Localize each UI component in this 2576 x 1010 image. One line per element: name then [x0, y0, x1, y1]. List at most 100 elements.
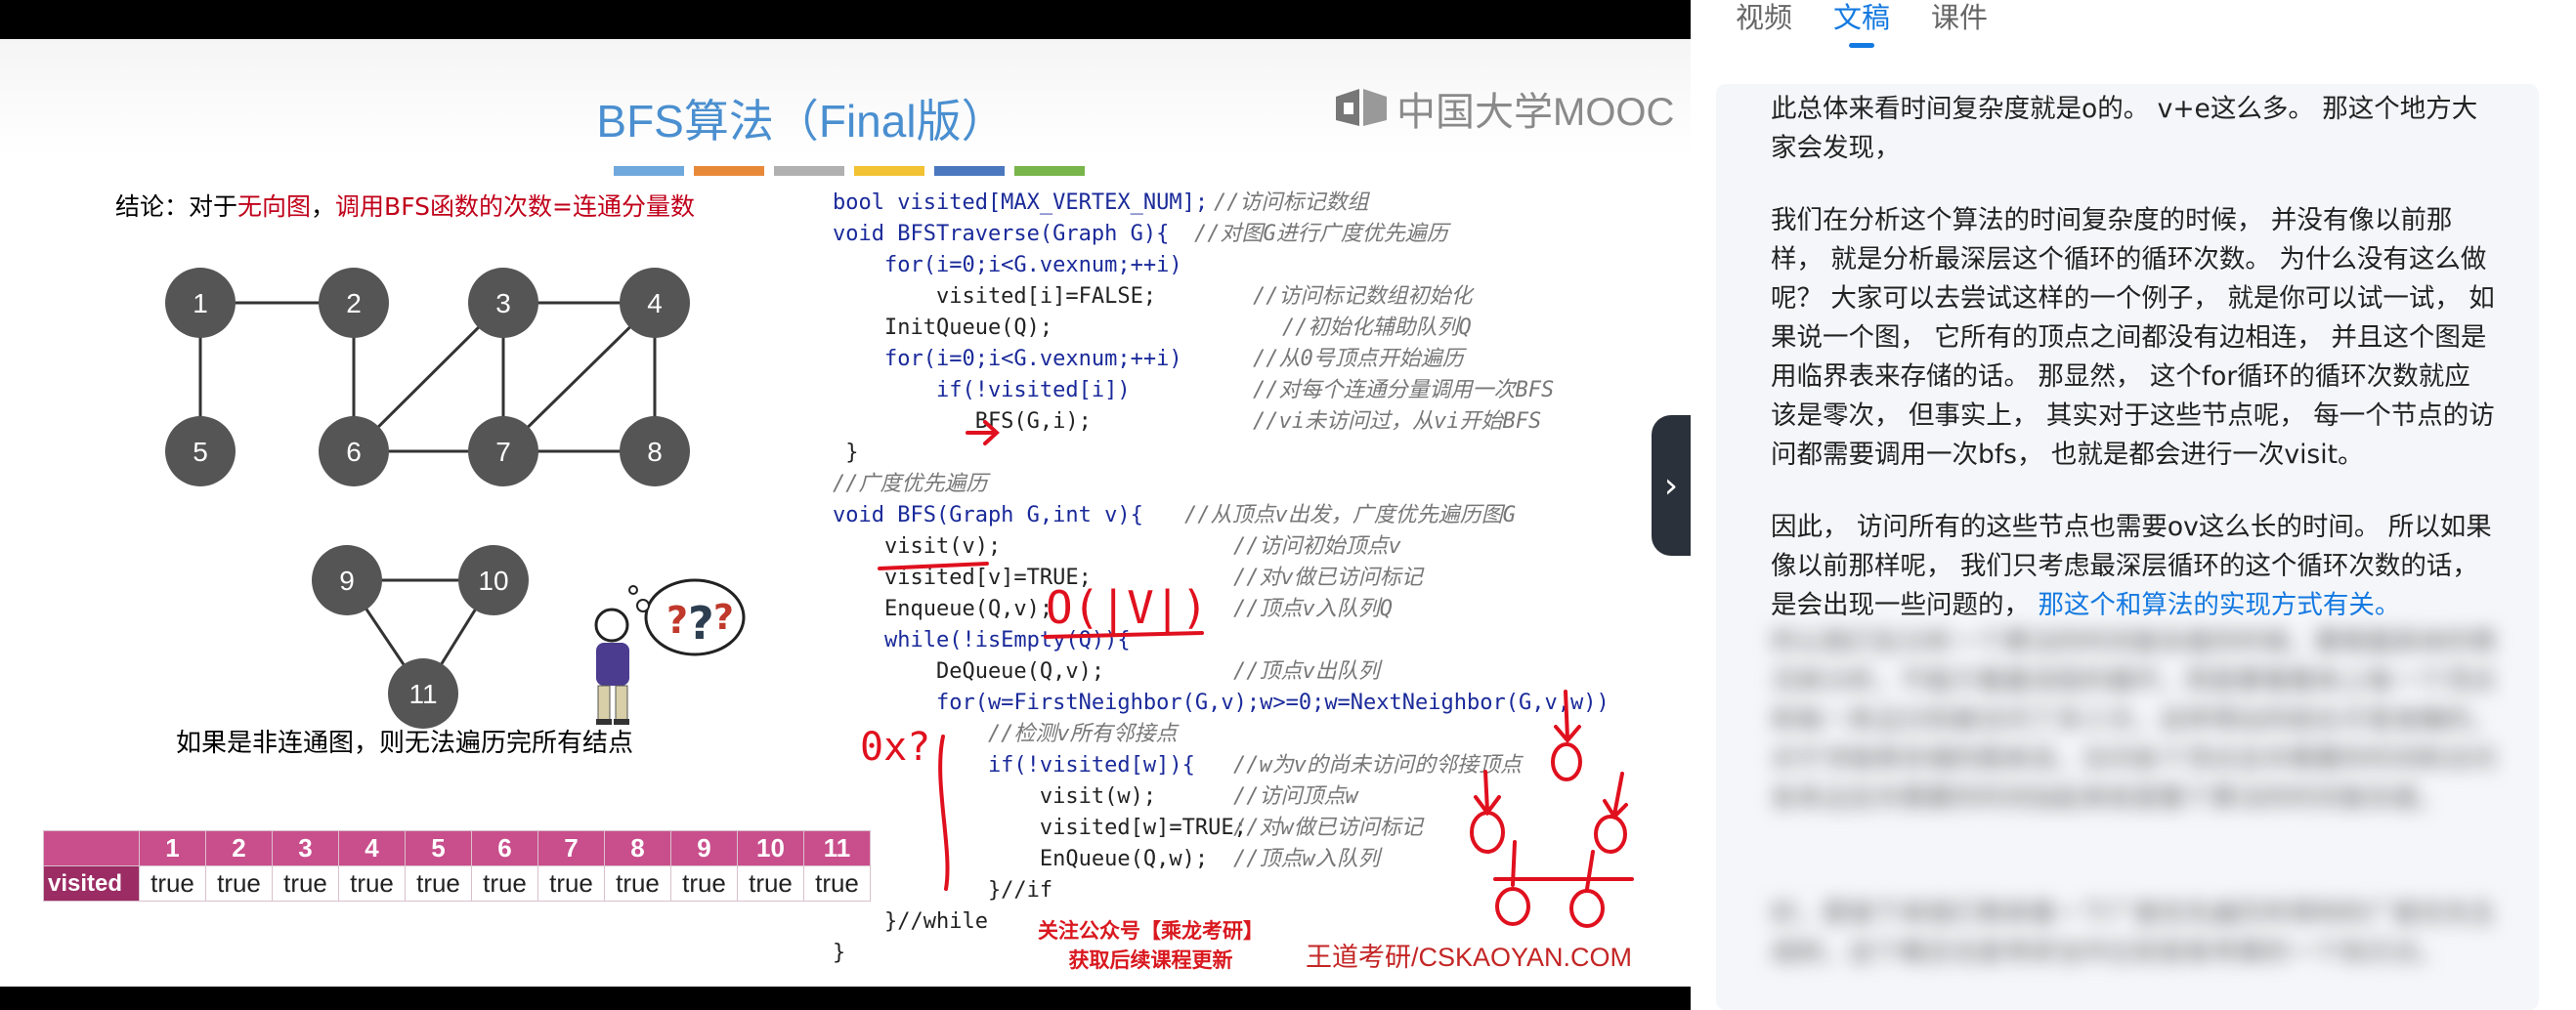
visited-index-cell: 2: [205, 830, 273, 866]
code-line: for(w=FirstNeighbor(G,v);w>=0;w=NextNeig…: [833, 688, 1673, 719]
code-line-text: EnQueue(Q,w);: [833, 847, 1209, 871]
code-line: //检测v所有邻接点: [833, 719, 1673, 750]
side-panel: 视频 文稿 课件 此总体来看时间复杂度就是o的。 v+e这么多。 那这个地方大家会发…: [1691, 0, 2576, 1010]
color-bar-segment: [694, 166, 764, 176]
code-line: if(!visited[w]){ //w为v的尚未访问的邻接顶点: [833, 750, 1673, 781]
code-line-text: bool visited[MAX_VERTEX_NUM];: [833, 190, 1209, 215]
code-line: visit(w); //访问顶点w: [833, 781, 1673, 813]
visited-value-cell: true: [537, 865, 605, 902]
color-bar-segment: [854, 166, 924, 176]
code-line: EnQueue(Q,w); //顶点w入队列: [833, 844, 1673, 875]
code-line: Enqueue(Q,v); //顶点v入队列Q: [833, 594, 1673, 625]
code-line-text: if(!visited[i]): [833, 378, 1131, 402]
code-line-text: }: [833, 441, 859, 465]
graph-node-label: 6: [346, 437, 362, 467]
graph-node-label: 11: [408, 679, 437, 709]
code-line-text: //检测v所有邻接点: [833, 722, 1178, 746]
code-line-comment: //w为v的尚未访问的邻接顶点: [1233, 753, 1522, 778]
watermark-text: 王道考研/CSKAOYAN.COM: [1306, 943, 1633, 972]
visited-table-corner: [43, 830, 140, 866]
code-line-comment: //初始化辅助队列Q: [1282, 316, 1472, 340]
video-player[interactable]: BFS算法（Final版） 中国大学MOOC 结论：对于无向图，调用BFS函数的…: [0, 0, 1691, 1010]
code-line-text: }: [833, 941, 846, 965]
visited-index-cell: 3: [272, 830, 339, 866]
code-line-text: BFS(G,i);: [833, 409, 1092, 434]
thinking-person-icon: ? ? ?: [594, 578, 746, 725]
code-line-text: visited[v]=TRUE;: [833, 566, 1092, 590]
visited-value-cell: true: [338, 865, 406, 902]
transcript-blurred-paragraph-2: 好，那接下来我们再来看一下广度优先遍历所得到的广度优先生成树，这个概念也是考研当…: [1771, 899, 2496, 968]
visited-index-cell: 8: [604, 830, 671, 866]
mooc-logo: 中国大学MOOC: [1334, 80, 1674, 137]
code-line-comment: //从顶点v出发，广度优先遍历图G: [1184, 503, 1516, 527]
non-connected-note: 如果是非连通图，则无法遍历完所有结点: [176, 729, 634, 758]
code-line-text: void BFSTraverse(Graph G){: [833, 222, 1170, 246]
graph-node-label: 9: [339, 566, 355, 596]
graph-node-label: 7: [495, 437, 511, 467]
visited-value-cell: true: [139, 865, 206, 902]
graph-node: 10: [458, 545, 529, 615]
svg-text:?: ?: [666, 599, 688, 642]
code-line: while(!isEmpty(Q)){: [833, 625, 1673, 656]
code-line-comment: //对每个连通分量调用一次BFS: [1253, 378, 1555, 402]
graph-node: 1: [165, 268, 236, 338]
code-line: InitQueue(Q); //初始化辅助队列Q: [833, 313, 1673, 344]
code-line-text: visit(w);: [833, 784, 1157, 809]
graph-node: 11: [388, 658, 458, 729]
graph-node-label: 5: [193, 437, 208, 467]
graph-node: 4: [620, 268, 690, 338]
code-line-text: for(i=0;i<G.vexnum;++i): [833, 253, 1182, 277]
code-line-comment: //从0号顶点开始遍历: [1253, 347, 1464, 371]
code-line-comment: //顶点v入队列Q: [1233, 597, 1393, 621]
code-line-text: InitQueue(Q);: [833, 316, 1053, 340]
visited-value-cell: true: [272, 865, 339, 902]
code-line-text: for(i=0;i<G.vexnum;++i): [833, 347, 1182, 371]
transcript-box[interactable]: 此总体来看时间复杂度就是o的。 v+e这么多。 那这个地方大家会发现， 我们在分…: [1716, 84, 2539, 1010]
conclusion-red-1: 无向图: [237, 192, 312, 221]
color-bar-segment: [1014, 166, 1085, 176]
tab-courseware[interactable]: 课件: [1931, 0, 1988, 35]
code-line-comment: //顶点v出队列: [1233, 659, 1380, 684]
visited-value-cell: true: [205, 865, 273, 902]
visited-table-values: visited true true true true true true true true…: [43, 865, 871, 902]
tab-transcript[interactable]: 文稿: [1833, 0, 1890, 48]
code-line-text: visited[w]=TRUE;: [833, 816, 1247, 840]
code-line-text: visited[i]=FALSE;: [833, 284, 1157, 309]
transcript-current-sentence[interactable]: 那这个和算法的实现方式有关。: [2038, 590, 2400, 620]
code-line: visited[w]=TRUE;//对w做已访问标记: [833, 813, 1673, 844]
code-line-comment: //vi未访问过，从vi开始BFS: [1253, 409, 1542, 434]
graph-node: 9: [312, 545, 382, 615]
visited-index-cell: 10: [737, 830, 804, 866]
graph-node-label: 2: [346, 288, 362, 318]
graph-node-label: 4: [647, 288, 663, 318]
visited-index-cell: 5: [405, 830, 472, 866]
mooc-logo-icon: [1336, 89, 1387, 126]
code-line-text: for(w=FirstNeighbor(G,v);w>=0;w=NextNeig…: [833, 691, 1610, 715]
visited-index-cell: 7: [537, 830, 605, 866]
collapse-panel-button[interactable]: ›: [1652, 415, 1691, 556]
graph-node: 7: [468, 416, 538, 486]
code-line-text: //广度优先遍历: [833, 472, 988, 496]
code-line-comment: //访问顶点w: [1233, 784, 1358, 809]
code-line: void BFS(Graph G,int v){//从顶点v出发，广度优先遍历图…: [833, 500, 1673, 531]
lecture-slide: BFS算法（Final版） 中国大学MOOC 结论：对于无向图，调用BFS函数的…: [0, 39, 1691, 987]
color-bar-segment: [774, 166, 844, 176]
tab-video[interactable]: 视频: [1736, 0, 1792, 35]
panel-tabs: 视频 文稿 课件: [1736, 0, 1988, 48]
graph-node: 8: [620, 416, 690, 486]
transcript-paragraph-1: 此总体来看时间复杂度就是o的。 v+e这么多。 那这个地方大家会发现，: [1771, 94, 2478, 163]
code-line: bool visited[MAX_VERTEX_NUM];//访问标记数组: [833, 188, 1673, 219]
code-line-comment: //对v做已访问标记: [1233, 566, 1423, 590]
visited-value-cell: true: [405, 865, 472, 902]
svg-text:?: ?: [688, 597, 714, 650]
code-line-comment: //对图G进行广度优先遍历: [1194, 222, 1448, 246]
code-line-text: if(!visited[w]){: [833, 753, 1195, 778]
code-line-text: while(!isEmpty(Q)){: [833, 628, 1131, 652]
visited-index-cell: 1: [139, 830, 206, 866]
transcript-blurred-paragraph-1: 所以我们在分析一个算法的时间复杂度的时候，要根据具体的情况来分析，不能只看最深层…: [1771, 627, 2496, 814]
graph-node: 6: [319, 416, 389, 486]
code-line-comment: //对w做已访问标记: [1233, 816, 1423, 840]
visited-index-cell: 9: [670, 830, 738, 866]
code-line: DeQueue(Q,v); //顶点v出队列: [833, 656, 1673, 688]
code-line-comment: //访问标记数组: [1214, 190, 1369, 215]
